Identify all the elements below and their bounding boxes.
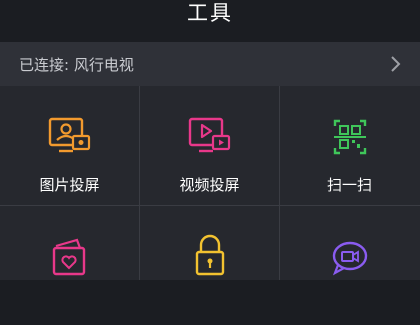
tool-label: 扫一扫 bbox=[326, 176, 372, 194]
tool-image-cast[interactable]: 图片投屏 bbox=[0, 86, 139, 205]
tools-grid: 图片投屏 视频投屏 扫一扫 bbox=[0, 86, 420, 280]
tool-qr-scan[interactable]: 扫一扫 bbox=[280, 86, 419, 205]
page-title: 工具 bbox=[187, 1, 233, 25]
qr-scan-icon bbox=[333, 119, 367, 155]
chat-video-icon bbox=[332, 241, 368, 276]
lock-icon bbox=[195, 234, 225, 276]
tool-favorites[interactable] bbox=[0, 206, 139, 325]
tool-label: 视频投屏 bbox=[179, 176, 240, 194]
tool-label: 图片投屏 bbox=[39, 176, 100, 194]
connection-status-label: 已连接: 风行电视 bbox=[19, 55, 134, 74]
tool-lock[interactable] bbox=[140, 206, 279, 325]
tool-video-cast[interactable]: 视频投屏 bbox=[140, 86, 279, 205]
video-cast-icon bbox=[188, 117, 231, 153]
chevron-right-icon bbox=[391, 56, 401, 72]
connection-row[interactable]: 已连接: 风行电视 bbox=[0, 42, 420, 86]
top-bar: 工具 bbox=[0, 0, 420, 38]
image-cast-icon bbox=[48, 117, 91, 153]
heart-card-icon bbox=[52, 238, 86, 276]
tool-video-chat[interactable] bbox=[280, 206, 419, 325]
